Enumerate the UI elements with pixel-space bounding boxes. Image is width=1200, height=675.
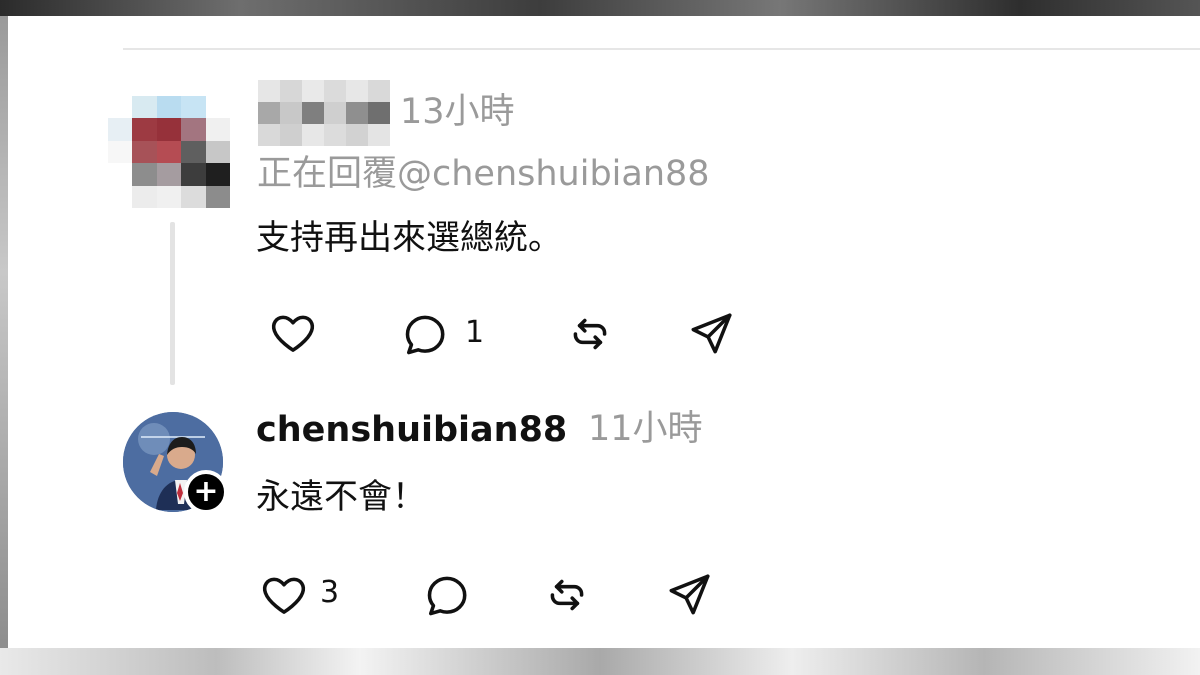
like-count: 3 [320,575,340,610]
heart-icon [271,315,315,352]
send-icon [691,313,732,354]
thread-connector-line [170,222,175,385]
post-time: 13小時 [400,92,515,132]
repost-icon [573,318,607,350]
comment-button[interactable] [399,308,451,360]
heart-icon [262,577,306,614]
screenshot-frame: 13小時 正在回覆@chenshuibian88 支持再出來選總統。 1 + c… [0,0,1200,675]
threads-reply-screen: 13小時 正在回覆@chenshuibian88 支持再出來選總統。 1 + c… [8,16,1200,648]
replying-to-label[interactable]: 正在回覆@chenshuibian88 [257,154,710,194]
top-divider [123,48,1200,50]
send-icon [669,574,710,615]
blurred-bottom-edge [0,648,1200,675]
like-button[interactable] [258,569,310,621]
repost-button[interactable] [564,308,616,360]
comment-icon [405,315,445,355]
comment-button[interactable] [421,569,473,621]
follow-plus-button[interactable]: + [184,470,228,514]
post-text: 永遠不會！ [256,477,426,517]
username[interactable]: chenshuibian88 [256,410,567,450]
pixelated-avatar[interactable] [108,96,230,208]
blurred-left-edge [0,16,8,656]
like-button[interactable] [267,307,319,359]
share-button[interactable] [663,569,715,621]
comment-count: 1 [465,315,485,350]
repost-icon [550,579,584,611]
pixelated-username[interactable] [258,80,390,146]
blurred-top-edge [0,0,1200,16]
repost-button[interactable] [541,569,593,621]
post-text: 支持再出來選總統。 [256,218,562,258]
comment-icon [427,576,467,616]
share-button[interactable] [685,308,737,360]
post-time: 11小時 [588,409,703,449]
